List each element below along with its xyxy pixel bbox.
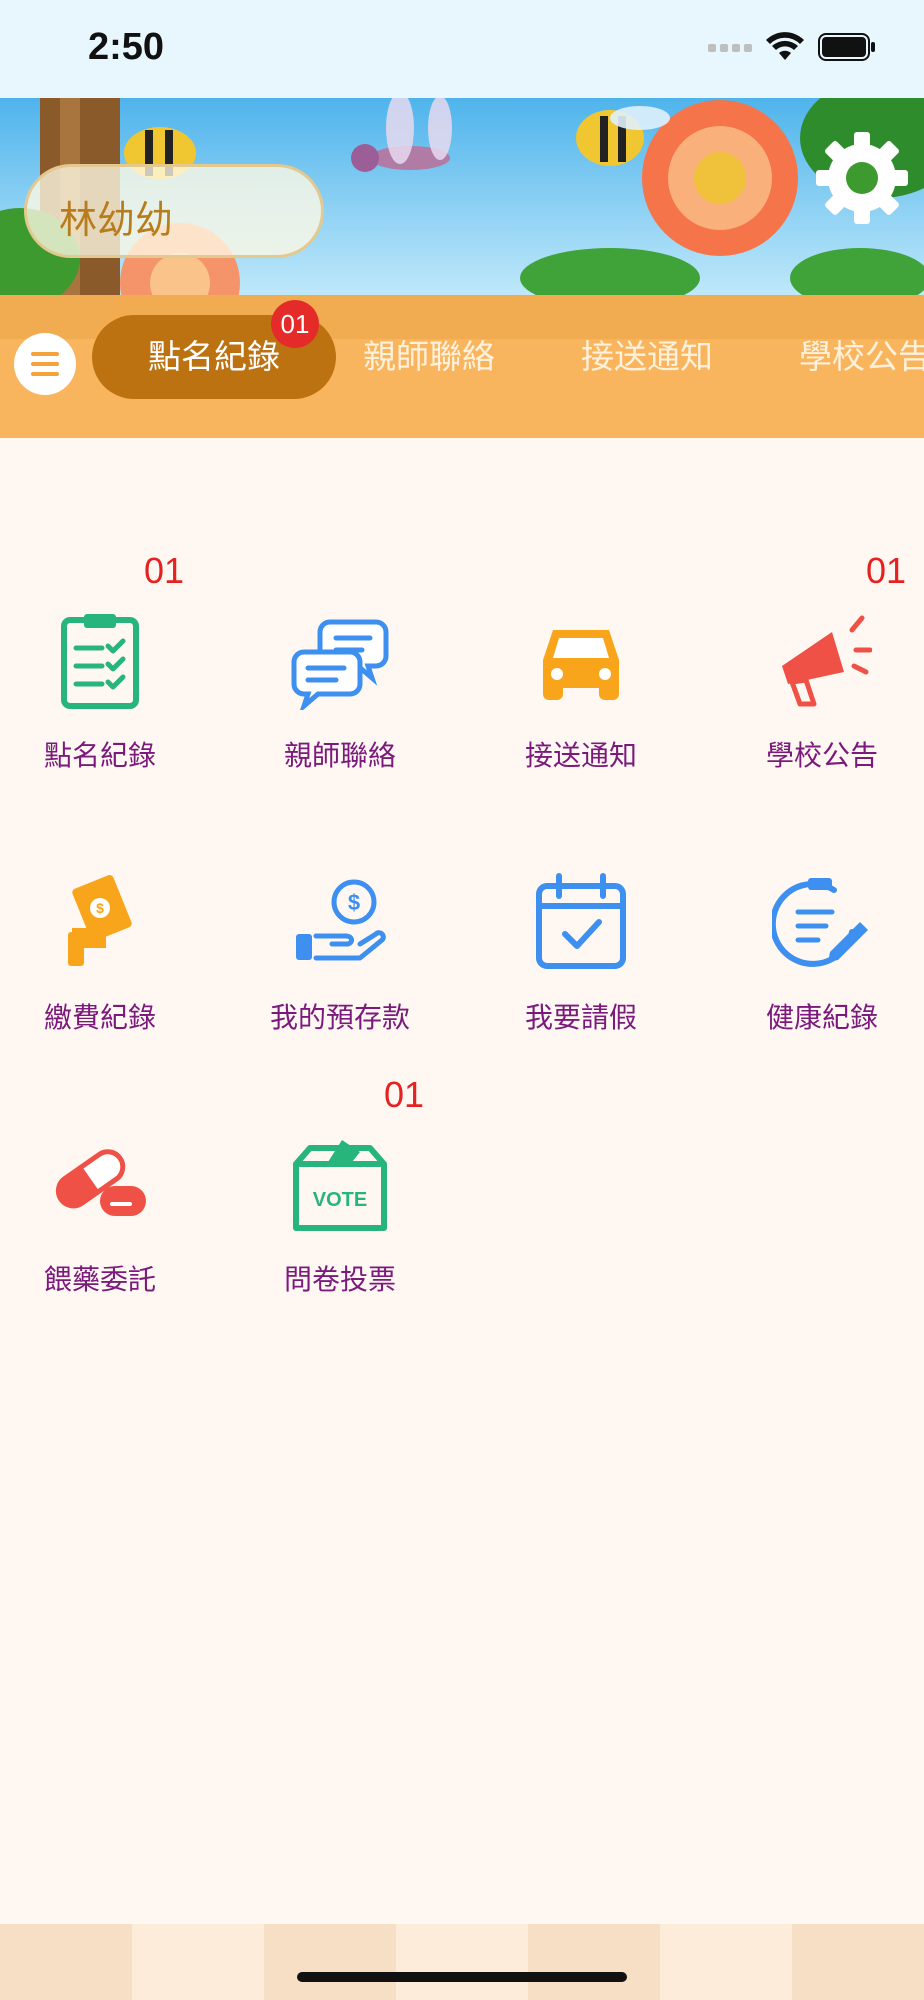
signal-icon — [708, 44, 752, 52]
grid-item-pickup[interactable]: 接送通知 — [481, 610, 681, 810]
svg-text:$: $ — [348, 890, 360, 915]
pill-icon — [55, 1149, 146, 1216]
tab-attendance-badge: 01 — [271, 300, 319, 348]
payment-hand-icon: $ — [68, 875, 132, 966]
grid-label: 我要請假 — [524, 1001, 637, 1034]
grid-label: 餵藥委託 — [43, 1263, 156, 1296]
grid-item-attendance[interactable]: 01 點名紀錄 — [0, 550, 200, 810]
calendar-check-icon — [536, 873, 626, 969]
grid-label: 學校公告 — [765, 739, 878, 772]
grid-item-health[interactable]: 健康紀錄 — [722, 872, 922, 1072]
svg-text:$: $ — [96, 900, 104, 916]
vote-box-icon: VOTE — [293, 1140, 387, 1231]
tab-bar: 點名紀錄 親師聯絡 接送通知 學校公告 — [0, 295, 924, 438]
status-icons — [708, 32, 876, 62]
grid-label: 我的預存款 — [269, 1001, 410, 1034]
grid-item-payments[interactable]: $ 繳費紀錄 — [0, 872, 200, 1072]
grid-label: 問卷投票 — [283, 1263, 396, 1296]
grid-item-leave-request[interactable]: 我要請假 — [481, 872, 681, 1072]
status-bar: 2:50 — [0, 0, 924, 98]
grid-label: 親師聯絡 — [283, 739, 396, 772]
grid-item-parent-teacher[interactable]: 親師聯絡 — [240, 610, 440, 810]
chat-bubbles-icon — [291, 619, 389, 710]
grid-item-medication[interactable]: 餵藥委託 — [0, 1134, 200, 1334]
grid-label: 健康紀錄 — [765, 1001, 878, 1034]
tab-announcements[interactable]: 學校公告 — [772, 315, 924, 399]
home-indicator[interactable] — [297, 1972, 627, 1982]
grid-label: 接送通知 — [524, 739, 637, 772]
settings-gear-icon[interactable] — [812, 128, 912, 228]
hamburger-menu-icon — [31, 352, 59, 376]
badge: 01 — [866, 550, 907, 591]
menu-button[interactable] — [14, 333, 76, 395]
megaphone-icon — [782, 615, 872, 707]
money-hand-icon: $ — [296, 879, 386, 961]
status-time: 2:50 — [88, 26, 165, 68]
clipboard-checklist-icon — [61, 614, 139, 709]
grid-item-prepaid[interactable]: $ 我的預存款 — [240, 872, 440, 1072]
child-name: 林幼幼 — [59, 198, 174, 242]
battery-icon — [818, 33, 875, 61]
car-icon — [543, 630, 619, 700]
tab-parent-teacher[interactable]: 親師聯絡 — [336, 315, 522, 399]
wifi-icon — [766, 32, 804, 60]
bottom-bar — [0, 1924, 924, 2000]
badge: 01 — [384, 1074, 425, 1115]
grid-label: 點名紀錄 — [43, 739, 156, 772]
child-name-pill[interactable]: 林幼幼 — [24, 164, 324, 258]
health-note-icon — [772, 878, 868, 967]
grid-item-announcements[interactable]: 01 學校公告 — [722, 550, 922, 810]
grid-item-survey-vote[interactable]: 01 VOTE 問卷投票 — [240, 1074, 440, 1334]
badge: 01 — [144, 550, 185, 591]
vote-text: VOTE — [313, 1189, 367, 1211]
tab-pickup[interactable]: 接送通知 — [554, 315, 740, 399]
grid-label: 繳費紀錄 — [43, 1001, 156, 1034]
